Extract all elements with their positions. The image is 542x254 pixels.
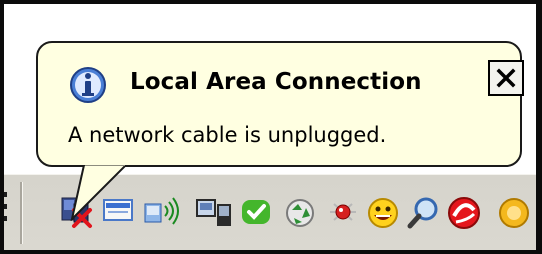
recycle-icon[interactable] <box>282 196 316 228</box>
close-icon <box>496 68 516 88</box>
bug-icon[interactable] <box>326 196 360 228</box>
info-icon <box>70 67 106 103</box>
close-button[interactable] <box>488 60 524 96</box>
balloon-tail <box>70 165 128 221</box>
taskbar-grip[interactable] <box>4 190 16 224</box>
smiley-icon[interactable] <box>365 196 399 228</box>
balloon-tooltip[interactable]: Local Area Connection A network cable is… <box>36 41 524 167</box>
antivirus-icon[interactable] <box>446 196 480 229</box>
device-sync-icon[interactable] <box>195 196 231 228</box>
balloon-message: A network cable is unplugged. <box>68 123 387 147</box>
search-icon[interactable] <box>406 196 440 229</box>
balloon-title: Local Area Connection <box>130 69 422 95</box>
wireless-network-icon[interactable] <box>143 196 179 228</box>
tray-separator <box>20 182 22 244</box>
messenger-icon[interactable] <box>240 196 274 228</box>
partial-tray-icon[interactable] <box>492 196 534 228</box>
